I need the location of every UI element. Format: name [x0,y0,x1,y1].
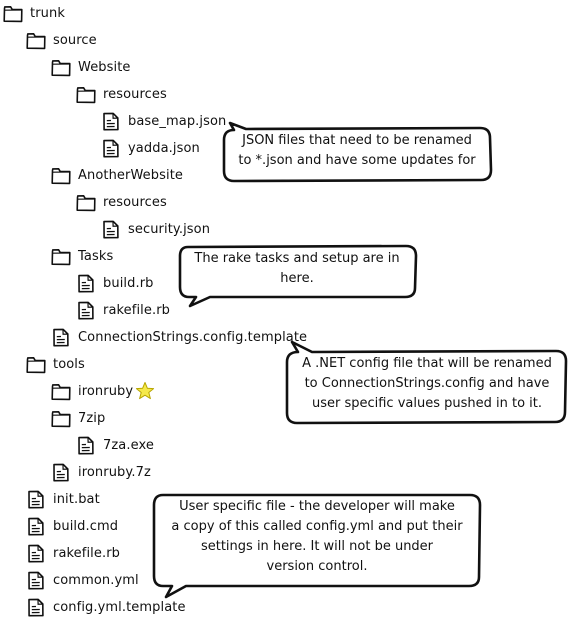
file-icon [78,301,94,320]
folder-icon [26,32,46,50]
file-label: config.yml.template [53,599,186,615]
tree-file-init-bat[interactable]: init.bat [25,488,100,510]
callout-user: User specific file - the developer will … [152,493,482,599]
tree-folder-7zip[interactable]: 7zip [50,407,105,429]
file-icon [28,571,44,590]
tree-folder-website-resources[interactable]: resources [75,83,167,105]
file-label: base_map.json [128,113,227,129]
file-icon [103,220,119,239]
file-label: rakefile.rb [103,302,171,318]
tree-file-common-yml[interactable]: common.yml [25,569,139,591]
file-icon [53,463,69,482]
file-icon [78,436,94,455]
callout-rake-text: The rake tasks and setup are in here. [194,251,400,286]
file-icon [78,274,94,293]
tree-file-security-json[interactable]: security.json [100,218,210,240]
tree-folder-source[interactable]: source [25,29,97,51]
callout-json-text: JSON files that need to be renamed to *.… [238,133,476,168]
tree-file-build-rb[interactable]: build.rb [75,272,154,294]
tree-file-ironruby-7z[interactable]: ironruby.7z [50,461,151,483]
folder-icon [51,249,71,266]
callout-config: A .NET config file that will be renamed … [285,340,568,425]
tree-file-config-yml-template[interactable]: config.yml.template [25,596,186,618]
file-icon [28,490,44,509]
folder-label: AnotherWebsite [78,167,183,183]
tree-file-root-rakefile-rb[interactable]: rakefile.rb [25,542,120,564]
file-label: ironruby.7z [78,464,151,480]
file-label: ConnectionStrings.config.template [78,329,308,345]
file-icon [28,598,44,617]
tree-folder-website[interactable]: Website [50,56,131,78]
file-icon [53,328,69,347]
folder-label: Tasks [78,248,114,264]
folder-icon [26,356,46,374]
file-label: build.rb [103,275,154,291]
tree-folder-another-resources[interactable]: resources [75,191,167,213]
tree-folder-ironruby[interactable]: ironruby [50,380,155,402]
callout-json: JSON files that need to be renamed to *.… [222,121,493,183]
folder-icon [3,6,23,23]
tree-file-yadda-json[interactable]: yadda.json [100,137,200,159]
tree-folder-another-website[interactable]: AnotherWebsite [50,164,183,186]
file-icon [103,139,119,158]
tree-file-connection-strings-template[interactable]: ConnectionStrings.config.template [50,326,307,348]
folder-label: resources [103,86,167,102]
folder-icon [51,383,71,401]
tree-folder-trunk[interactable]: trunk [2,2,65,24]
star-icon [136,382,155,400]
folder-icon [76,87,96,104]
file-label: 7za.exe [103,437,154,453]
folder-icon [51,168,71,185]
folder-label: ironruby [78,383,134,399]
file-label: security.json [128,221,211,237]
tree-file-build-cmd[interactable]: build.cmd [25,515,118,537]
file-icon [103,112,119,131]
file-label: common.yml [53,572,139,588]
tree-file-base-map-json[interactable]: base_map.json [100,110,226,132]
file-label: build.cmd [53,518,119,534]
tree-file-7za-exe[interactable]: 7za.exe [75,434,154,456]
tree-folder-tools[interactable]: tools [25,353,85,375]
file-icon [28,517,44,536]
folder-icon [51,59,71,77]
file-icon [28,544,44,563]
folder-label: trunk [30,5,65,21]
callout-config-text: A .NET config file that will be renamed … [302,356,552,411]
tree-folder-tasks[interactable]: Tasks [50,245,113,267]
tree-file-tasks-rakefile-rb[interactable]: rakefile.rb [75,299,170,321]
callout-rake: The rake tasks and setup are in here. [178,244,418,308]
file-label: rakefile.rb [53,545,121,561]
file-label: yadda.json [128,140,200,156]
folder-label: tools [53,356,85,372]
callout-user-text: User specific file - the developer will … [171,499,463,574]
folder-icon [76,195,96,212]
folder-label: Website [78,59,131,75]
folder-label: source [53,32,97,48]
file-label: init.bat [53,491,100,507]
folder-icon [51,410,71,428]
folder-label: resources [103,194,167,210]
folder-label: 7zip [78,410,106,426]
